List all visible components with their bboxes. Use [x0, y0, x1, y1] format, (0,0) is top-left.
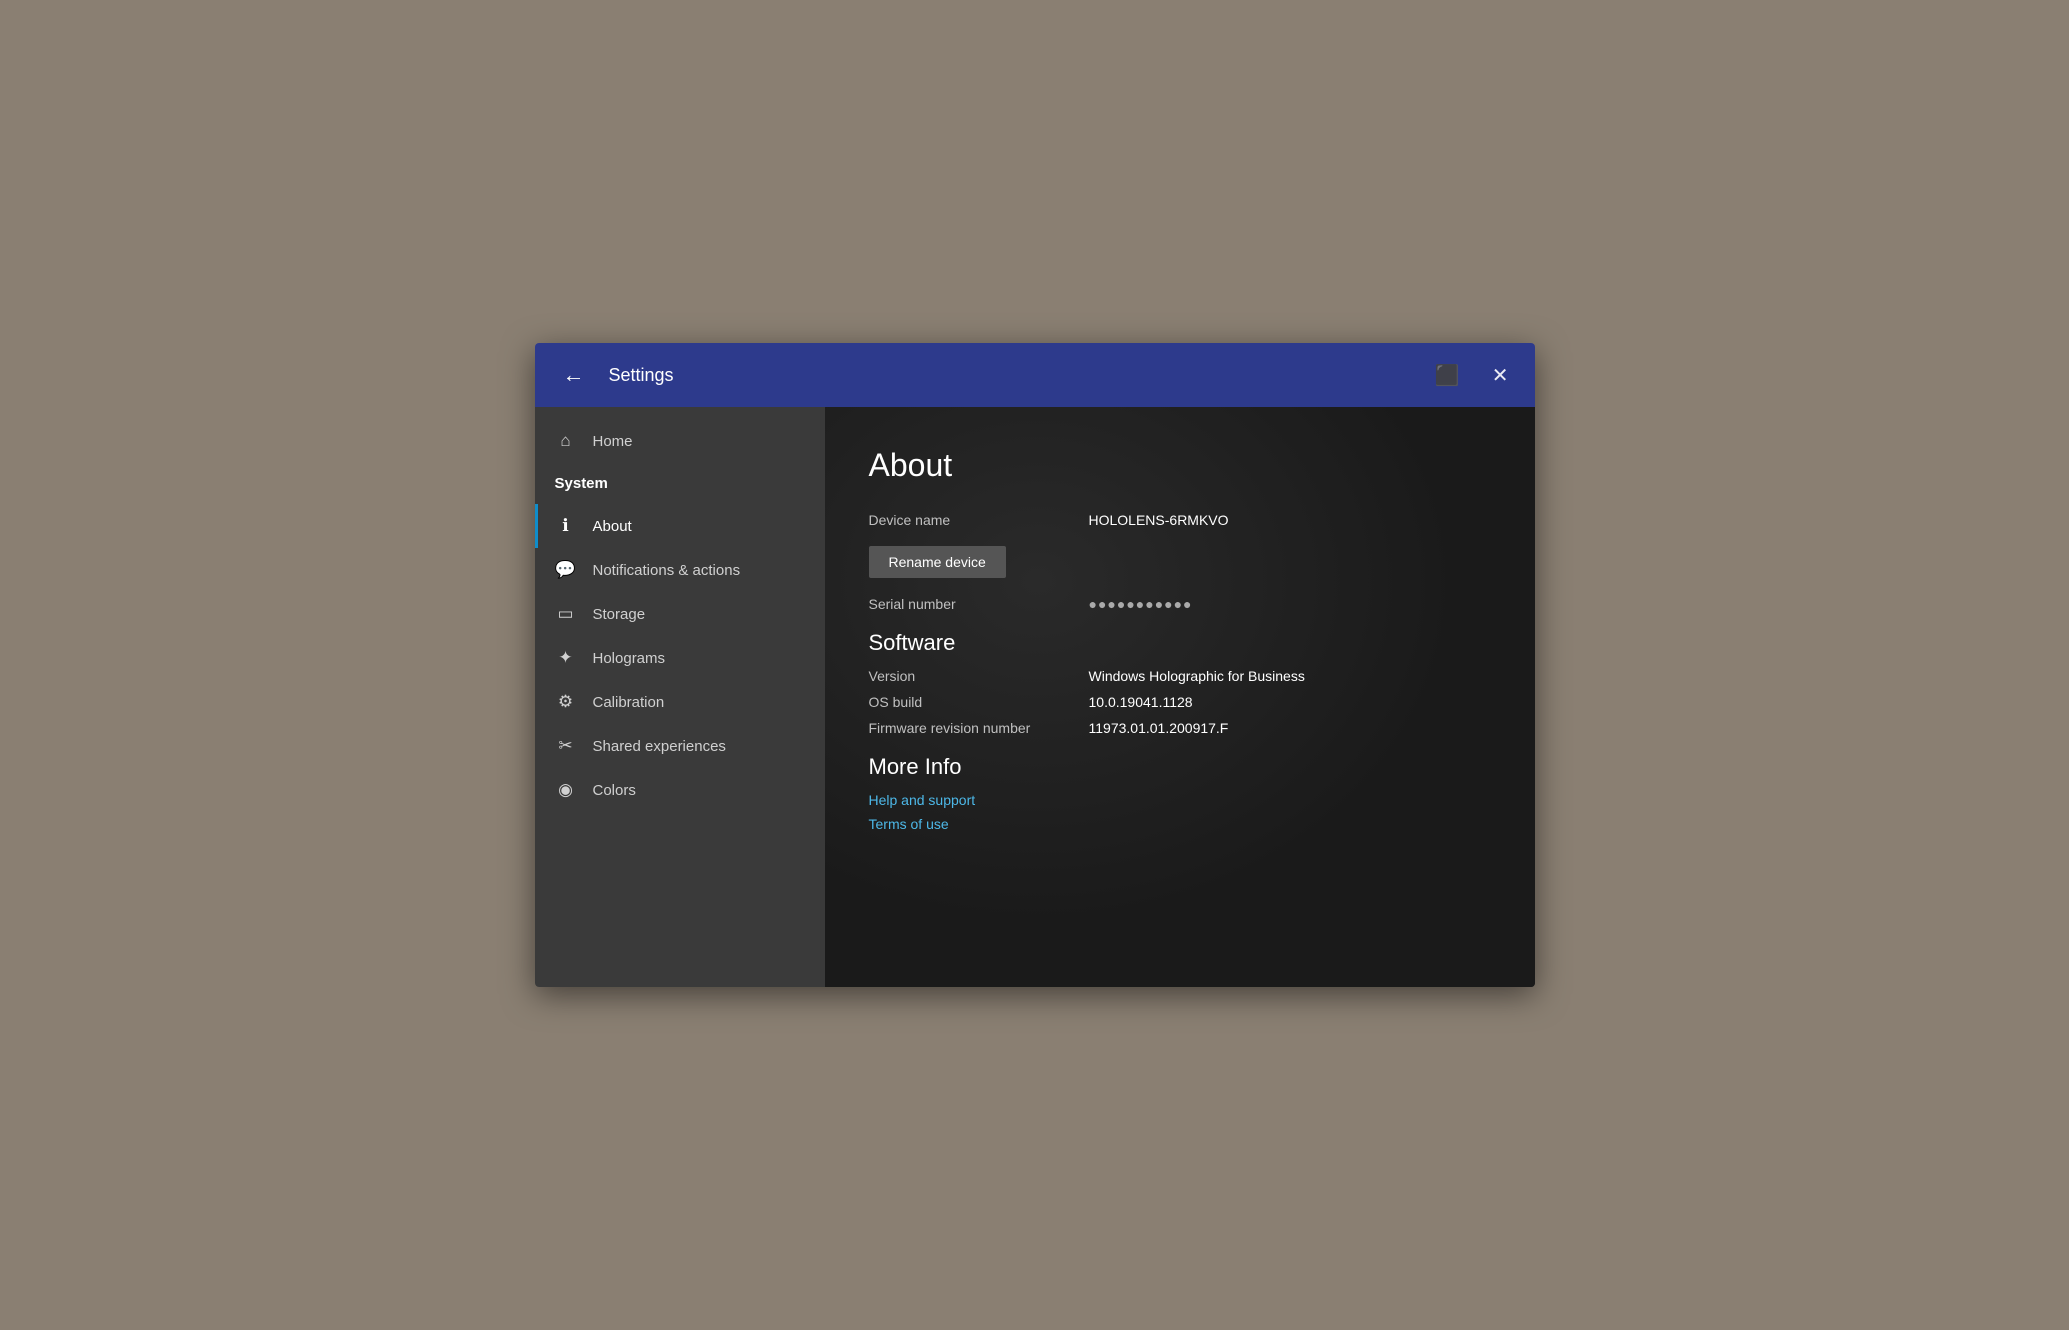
- sidebar-calibration-label: Calibration: [593, 694, 665, 711]
- sidebar-storage-label: Storage: [593, 606, 646, 623]
- main-content: ⌂ Home System ℹ About 💬 Notifications & …: [535, 407, 1535, 987]
- sidebar-item-notifications[interactable]: 💬 Notifications & actions: [535, 548, 825, 592]
- device-name-row: Device name HOLOLENS-6RMKVO: [869, 512, 1491, 528]
- close-button[interactable]: ✕: [1486, 357, 1515, 394]
- settings-window: ← Settings ⬛ ✕ ⌂ Home System ℹ About 💬 N…: [535, 343, 1535, 987]
- sidebar-home-label: Home: [593, 433, 633, 450]
- version-value: Windows Holographic for Business: [1089, 668, 1305, 684]
- firmware-label: Firmware revision number: [869, 720, 1089, 736]
- sidebar-colors-label: Colors: [593, 782, 636, 799]
- sidebar-about-label: About: [593, 518, 632, 535]
- firmware-value: 11973.01.01.200917.F: [1089, 720, 1229, 736]
- shared-icon: ✂: [555, 736, 577, 756]
- sidebar-system-section: System: [535, 463, 825, 504]
- holograms-icon: ✦: [555, 648, 577, 668]
- window-snap-button[interactable]: ⬛: [1429, 357, 1466, 394]
- window-title: Settings: [609, 365, 1429, 386]
- sidebar-item-storage[interactable]: ▭ Storage: [535, 592, 825, 636]
- rename-device-button[interactable]: Rename device: [869, 546, 1006, 578]
- os-build-value: 10.0.19041.1128: [1089, 694, 1193, 710]
- sidebar-item-home[interactable]: ⌂ Home: [535, 419, 825, 463]
- os-build-label: OS build: [869, 694, 1089, 710]
- notifications-icon: 💬: [555, 560, 577, 580]
- window-controls: ⬛ ✕: [1429, 357, 1515, 394]
- title-bar: ← Settings ⬛ ✕: [535, 343, 1535, 407]
- home-icon: ⌂: [555, 431, 577, 451]
- version-label: Version: [869, 668, 1089, 684]
- colors-icon: ◉: [555, 780, 577, 800]
- sidebar-holograms-label: Holograms: [593, 650, 666, 667]
- about-icon: ℹ: [555, 516, 577, 536]
- sidebar-item-holograms[interactable]: ✦ Holograms: [535, 636, 825, 680]
- version-row: Version Windows Holographic for Business: [869, 668, 1491, 684]
- serial-number-value: ●●●●●●●●●●●: [1089, 596, 1193, 612]
- more-info-title: More Info: [869, 754, 1491, 780]
- sidebar-item-about[interactable]: ℹ About: [535, 504, 825, 548]
- device-name-label: Device name: [869, 512, 1089, 528]
- system-section-label: System: [555, 475, 608, 492]
- terms-of-use-link[interactable]: Terms of use: [869, 816, 1491, 832]
- sidebar-item-shared[interactable]: ✂ Shared experiences: [535, 724, 825, 768]
- page-title: About: [869, 447, 1491, 484]
- serial-number-label: Serial number: [869, 596, 1089, 612]
- storage-icon: ▭: [555, 604, 577, 624]
- back-button[interactable]: ←: [555, 354, 593, 396]
- firmware-row: Firmware revision number 11973.01.01.200…: [869, 720, 1491, 736]
- sidebar-item-calibration[interactable]: ⚙ Calibration: [535, 680, 825, 724]
- help-support-link[interactable]: Help and support: [869, 792, 1491, 808]
- os-build-row: OS build 10.0.19041.1128: [869, 694, 1491, 710]
- sidebar-notifications-label: Notifications & actions: [593, 562, 741, 579]
- software-section-title: Software: [869, 630, 1491, 656]
- serial-number-row: Serial number ●●●●●●●●●●●: [869, 596, 1491, 612]
- sidebar: ⌂ Home System ℹ About 💬 Notifications & …: [535, 407, 825, 987]
- sidebar-item-colors[interactable]: ◉ Colors: [535, 768, 825, 812]
- content-area: About Device name HOLOLENS-6RMKVO Rename…: [825, 407, 1535, 987]
- sidebar-shared-label: Shared experiences: [593, 738, 726, 755]
- device-name-value: HOLOLENS-6RMKVO: [1089, 512, 1229, 528]
- calibration-icon: ⚙: [555, 692, 577, 712]
